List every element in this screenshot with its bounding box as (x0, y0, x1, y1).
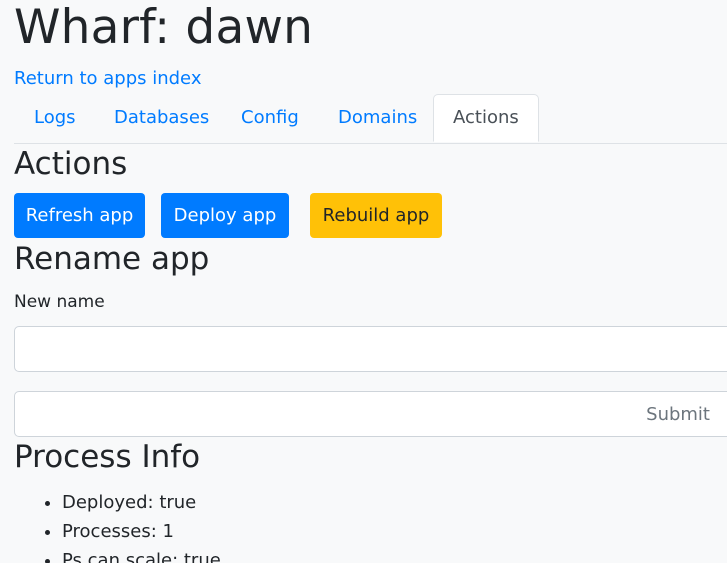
app-tabs: Logs Databases Config Domains Actions (14, 94, 727, 144)
rebuild-app-button[interactable]: Rebuild app (310, 193, 442, 238)
return-to-apps-link[interactable]: Return to apps index (14, 67, 201, 91)
tab-logs[interactable]: Logs (34, 94, 76, 142)
actions-heading: Actions (14, 146, 128, 182)
tab-actions[interactable]: Actions (433, 94, 539, 142)
tab-databases[interactable]: Databases (114, 94, 209, 142)
tab-domains[interactable]: Domains (338, 94, 417, 142)
page-title: Wharf: dawn (14, 0, 314, 55)
new-name-input[interactable] (14, 326, 727, 372)
submit-button[interactable]: Submit (14, 391, 727, 437)
app-page: Wharf: dawn Return to apps index Logs Da… (0, 0, 727, 563)
list-item-ps-can-scale: Ps can scale: true (62, 546, 221, 563)
process-info-list: Deployed: true Processes: 1 Ps can scale… (14, 488, 221, 563)
rename-heading: Rename app (14, 241, 210, 277)
list-item-deployed: Deployed: true (62, 488, 221, 517)
refresh-app-button[interactable]: Refresh app (14, 193, 145, 238)
tab-config[interactable]: Config (241, 94, 299, 142)
new-name-label: New name (14, 292, 105, 312)
process-info-heading: Process Info (14, 439, 201, 475)
list-item-processes: Processes: 1 (62, 517, 221, 546)
deploy-app-button[interactable]: Deploy app (161, 193, 289, 238)
